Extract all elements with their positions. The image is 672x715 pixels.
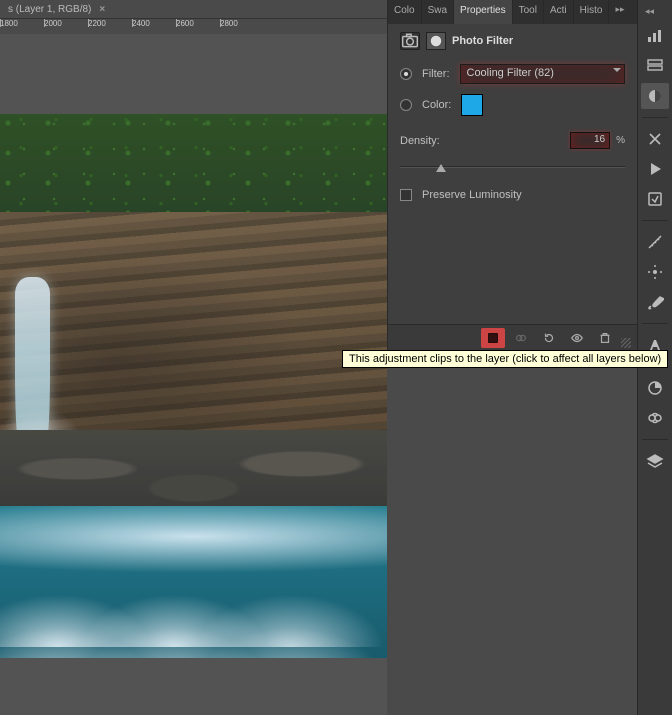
ruler-mark: 2000 — [44, 19, 88, 34]
panel-tab-bar: Colo Swa Properties Tool Acti Histo ▸▸ ≡ — [388, 0, 637, 24]
density-value[interactable]: 16 — [570, 132, 610, 149]
filter-dropdown[interactable]: Cooling Filter (82) — [460, 64, 626, 84]
document-tab[interactable]: s (Layer 1, RGB/8) × — [0, 0, 113, 18]
document-title: s (Layer 1, RGB/8) — [8, 4, 91, 15]
color-label: Color: — [422, 99, 451, 111]
crossed-tools-icon[interactable] — [641, 126, 669, 152]
navigator-icon[interactable] — [641, 405, 669, 431]
properties-footer — [388, 324, 637, 350]
cooling-filter-overlay — [0, 114, 387, 658]
panel-collapsed-icon[interactable] — [641, 53, 669, 79]
preserve-luminosity-checkbox[interactable] — [400, 189, 412, 201]
camera-icon — [400, 32, 420, 50]
tab-history[interactable]: Histo — [574, 0, 610, 24]
expand-panels-icon[interactable]: ◂◂ — [645, 6, 665, 17]
slider-track — [400, 166, 625, 168]
canvas-image[interactable] — [0, 114, 387, 658]
properties-panel: Colo Swa Properties Tool Acti Histo ▸▸ ≡… — [387, 0, 637, 350]
tab-properties[interactable]: Properties — [454, 0, 513, 24]
tooltip: This adjustment clips to the layer (clic… — [342, 350, 668, 368]
horizontal-ruler: 1800 2000 2200 2400 2600 2800 — [0, 18, 387, 34]
density-unit: % — [616, 135, 625, 146]
adjustments-icon[interactable] — [641, 83, 669, 109]
slider-thumb[interactable] — [436, 161, 446, 173]
swatches-icon[interactable] — [641, 375, 669, 401]
measure-icon[interactable] — [641, 229, 669, 255]
tab-color[interactable]: Colo — [388, 0, 422, 24]
delete-button[interactable] — [593, 328, 617, 348]
brush-preset-icon[interactable] — [641, 186, 669, 212]
adjustment-title: Photo Filter — [452, 35, 513, 47]
ruler-mark: 2200 — [88, 19, 132, 34]
canvas-area[interactable] — [0, 34, 387, 715]
properties-body: Photo Filter Filter: Cooling Filter (82)… — [388, 24, 637, 219]
view-previous-state-button[interactable] — [509, 328, 533, 348]
close-icon[interactable]: × — [99, 4, 105, 15]
density-label: Density: — [400, 135, 440, 147]
preserve-luminosity-label: Preserve Luminosity — [422, 189, 522, 201]
filter-label: Filter: — [422, 68, 450, 80]
mask-icon — [426, 32, 446, 50]
ruler-mark: 2800 — [220, 19, 264, 34]
tab-swatches[interactable]: Swa — [422, 0, 454, 24]
color-radio[interactable] — [400, 99, 412, 111]
toggle-visibility-button[interactable] — [565, 328, 589, 348]
color-swatch[interactable] — [461, 94, 483, 116]
clone-source-icon[interactable] — [641, 259, 669, 285]
clip-to-layer-button[interactable] — [481, 328, 505, 348]
play-icon[interactable] — [641, 156, 669, 182]
brush-icon[interactable] — [641, 289, 669, 315]
density-slider[interactable] — [400, 159, 625, 175]
tab-tool[interactable]: Tool — [513, 0, 544, 24]
histogram-icon[interactable] — [641, 23, 669, 49]
ruler-mark: 2400 — [132, 19, 176, 34]
layers-icon[interactable] — [641, 448, 669, 474]
expand-panels-icon[interactable]: ▸▸ — [609, 0, 630, 24]
ruler-mark: 1800 — [0, 19, 44, 34]
filter-radio[interactable] — [400, 68, 412, 80]
reset-button[interactable] — [537, 328, 561, 348]
tab-actions[interactable]: Acti — [544, 0, 574, 24]
ruler-mark: 2600 — [176, 19, 220, 34]
resize-grip[interactable] — [621, 338, 631, 348]
